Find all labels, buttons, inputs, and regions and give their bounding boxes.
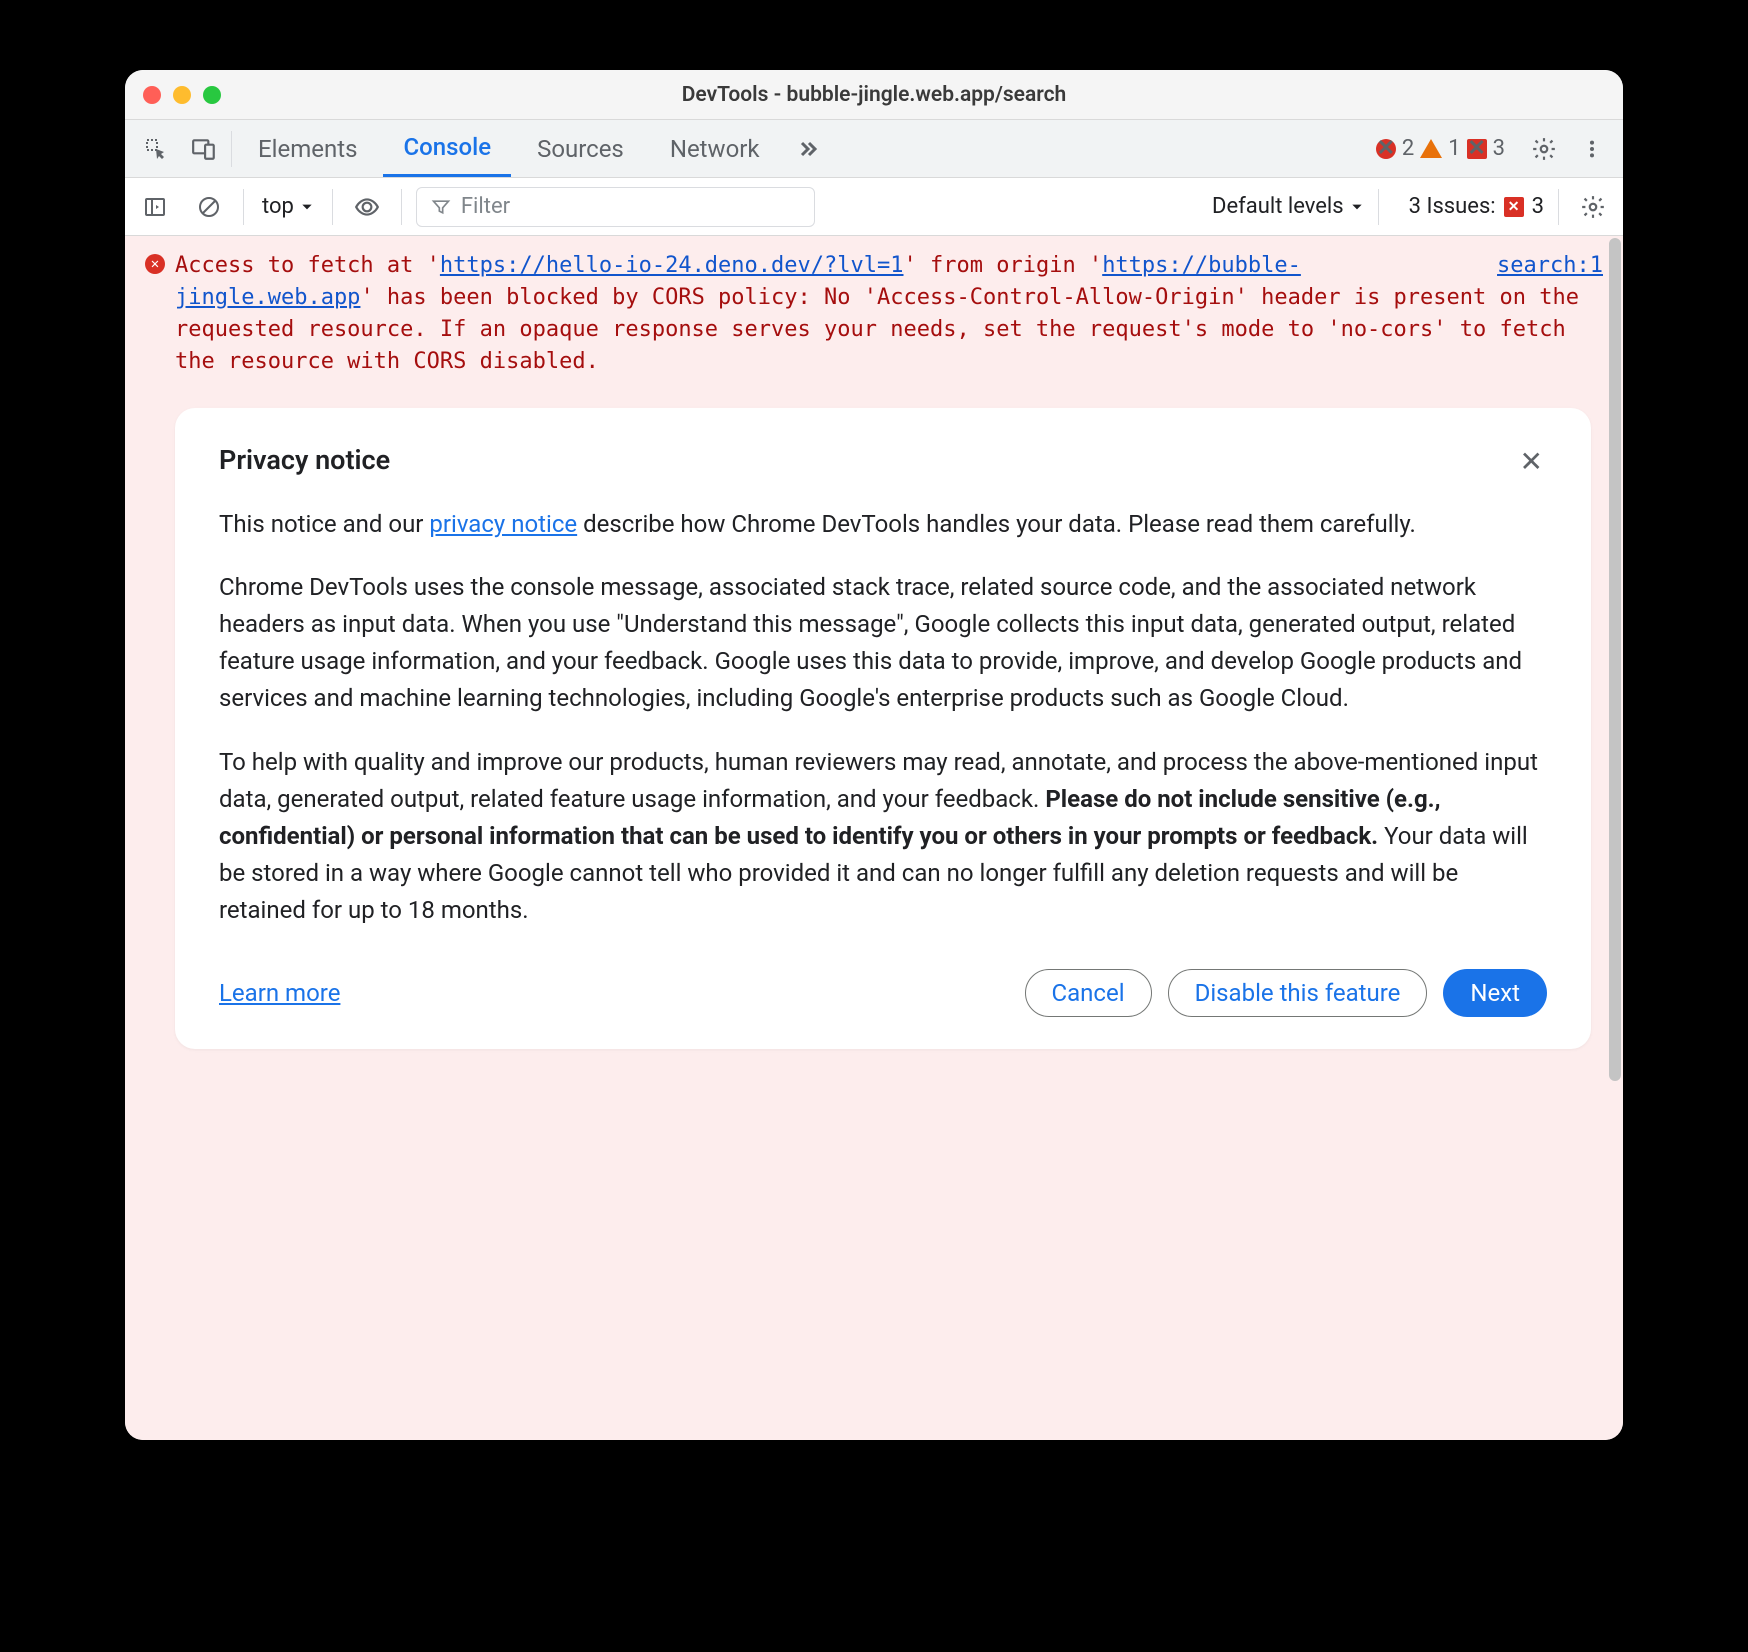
- cancel-button[interactable]: Cancel: [1025, 969, 1152, 1017]
- log-levels-selector[interactable]: Default levels: [1212, 194, 1364, 219]
- maximize-window-button[interactable]: [203, 86, 221, 104]
- error-count-icon: ✕: [1376, 139, 1396, 159]
- console-error-row[interactable]: ✕ search:1 Access to fetch at 'https://h…: [125, 236, 1623, 392]
- warning-count-icon: [1420, 139, 1442, 158]
- filter-icon: [431, 197, 451, 217]
- settings-icon[interactable]: [1523, 128, 1565, 170]
- divider: [401, 189, 402, 225]
- issue-count: 3: [1493, 136, 1505, 161]
- issues-label: 3 Issues:: [1409, 194, 1496, 219]
- privacy-paragraph-3: To help with quality and improve our pro…: [219, 744, 1547, 930]
- error-text: search:1 Access to fetch at 'https://hel…: [175, 250, 1603, 378]
- kebab-menu-icon[interactable]: [1571, 128, 1613, 170]
- privacy-notice-card: Privacy notice ✕ This notice and our pri…: [175, 408, 1591, 1050]
- device-toggle-icon[interactable]: [183, 128, 225, 170]
- error-count: 2: [1402, 136, 1414, 161]
- privacy-paragraph-2: Chrome DevTools uses the console message…: [219, 569, 1547, 718]
- inspect-icon[interactable]: [135, 128, 177, 170]
- divider: [1558, 189, 1559, 225]
- error-url-link[interactable]: https://hello-io-24.deno.dev/?lvl=1: [440, 253, 904, 278]
- privacy-title: Privacy notice: [219, 444, 390, 476]
- divider: [1378, 189, 1379, 225]
- filter-input[interactable]: Filter: [416, 187, 815, 227]
- console-output: ✕ search:1 Access to fetch at 'https://h…: [125, 236, 1623, 1440]
- warning-count: 1: [1448, 136, 1460, 161]
- issues-badge-count: 3: [1532, 194, 1544, 219]
- live-expression-icon[interactable]: [347, 187, 387, 227]
- disable-feature-button[interactable]: Disable this feature: [1168, 969, 1428, 1017]
- chevron-down-icon: [1350, 200, 1364, 214]
- sidebar-toggle-icon[interactable]: [135, 187, 175, 227]
- main-tabs: Elements Console Sources Network ✕ 2 1 ✕ 3: [125, 120, 1623, 178]
- levels-label: Default levels: [1212, 194, 1344, 219]
- issue-count-icon: ✕: [1467, 139, 1487, 159]
- tab-console[interactable]: Console: [383, 120, 511, 177]
- error-icon: ✕: [145, 254, 165, 274]
- privacy-paragraph-1: This notice and our privacy notice descr…: [219, 506, 1547, 543]
- devtools-window: DevTools - bubble-jingle.web.app/search …: [125, 70, 1623, 1440]
- divider: [332, 189, 333, 225]
- chevron-down-icon: [300, 200, 314, 214]
- status-counters[interactable]: ✕ 2 1 ✕ 3: [1376, 136, 1505, 161]
- next-button[interactable]: Next: [1443, 969, 1547, 1017]
- privacy-notice-link[interactable]: privacy notice: [429, 510, 577, 538]
- scrollbar[interactable]: [1609, 238, 1621, 1081]
- tab-network[interactable]: Network: [650, 120, 780, 177]
- titlebar: DevTools - bubble-jingle.web.app/search: [125, 70, 1623, 120]
- console-toolbar: top Filter Default levels 3 Issues: ✕ 3: [125, 178, 1623, 236]
- close-icon[interactable]: ✕: [1516, 444, 1547, 480]
- filter-placeholder: Filter: [461, 194, 510, 219]
- console-settings-icon[interactable]: [1573, 187, 1613, 227]
- traffic-lights: [143, 86, 221, 104]
- error-source-link[interactable]: search:1: [1497, 250, 1603, 282]
- issues-link[interactable]: 3 Issues: ✕ 3: [1409, 194, 1544, 219]
- context-selector[interactable]: top: [258, 194, 318, 219]
- tab-elements[interactable]: Elements: [238, 120, 377, 177]
- more-tabs-icon[interactable]: [786, 128, 828, 170]
- divider: [231, 131, 232, 167]
- minimize-window-button[interactable]: [173, 86, 191, 104]
- tab-sources[interactable]: Sources: [517, 120, 644, 177]
- close-window-button[interactable]: [143, 86, 161, 104]
- learn-more-link[interactable]: Learn more: [219, 979, 340, 1007]
- context-label: top: [262, 194, 294, 219]
- issue-badge-icon: ✕: [1504, 197, 1524, 217]
- clear-console-icon[interactable]: [189, 187, 229, 227]
- divider: [243, 189, 244, 225]
- window-title: DevTools - bubble-jingle.web.app/search: [125, 83, 1623, 107]
